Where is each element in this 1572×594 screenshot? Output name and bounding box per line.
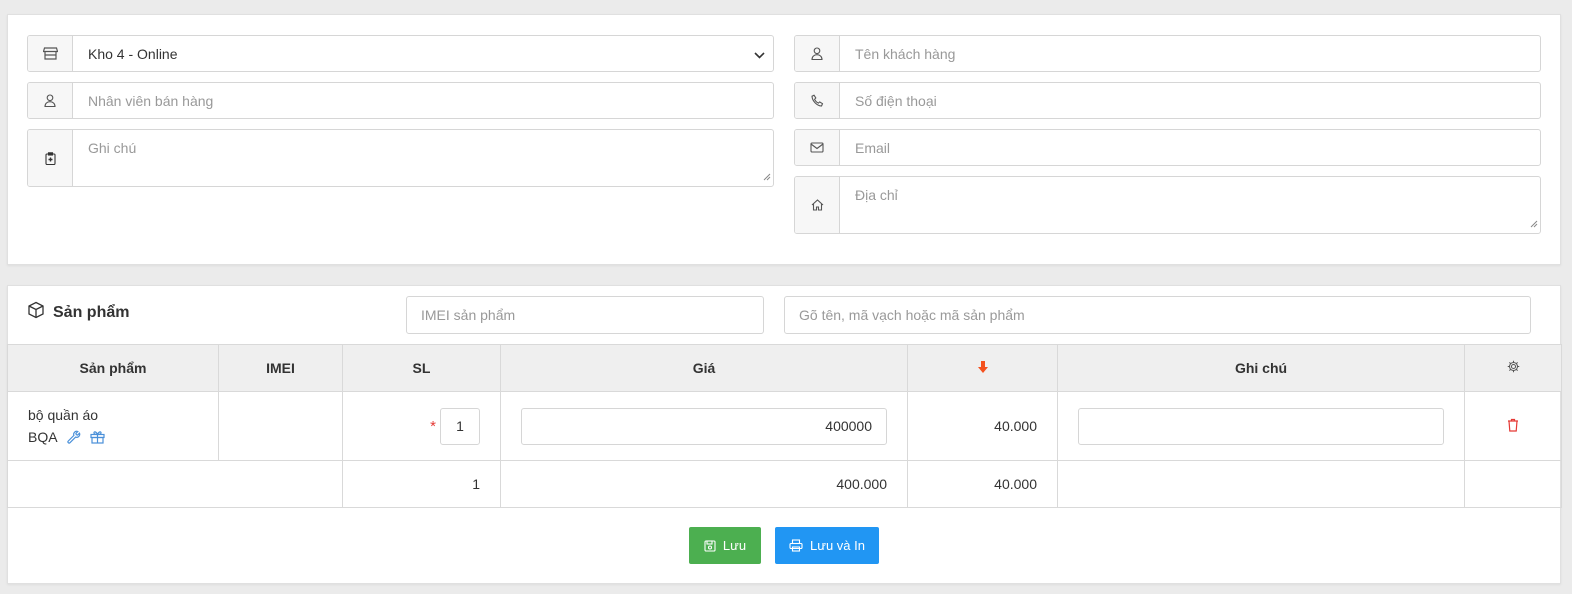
products-title: Sản phẩm [53, 303, 130, 321]
note-field[interactable]: Ghi chú [27, 129, 774, 187]
table-row: bộ quần áo BQA * 1 400000 40.000 [7, 391, 1562, 461]
required-mark: * [430, 417, 436, 435]
phone-icon [795, 83, 840, 118]
product-name: bộ quần áo [28, 407, 99, 423]
product-cell: bộ quần áo BQA [7, 391, 219, 461]
customer-name-field[interactable]: Tên khách hàng [794, 35, 1541, 72]
products-table: Sản phẩm IMEI SL Giá Ghi chú bộ quần áo … [7, 344, 1562, 508]
trash-icon[interactable] [1507, 418, 1519, 432]
totals-empty-cell [1464, 460, 1562, 508]
gift-icon[interactable] [89, 430, 105, 444]
address-placeholder: Địa chỉ [855, 187, 898, 203]
price-cell: 400000 [500, 391, 908, 461]
box-icon [27, 301, 45, 324]
column-header-price: Giá [500, 344, 908, 392]
arrow-down-icon [977, 360, 988, 376]
column-header-product: Sản phẩm [7, 344, 219, 392]
totals-row: 1 400.000 40.000 [7, 460, 1562, 508]
imei-cell [218, 391, 343, 461]
discount-cell: 40.000 [907, 391, 1058, 461]
quantity-cell: * 1 [342, 391, 501, 461]
resize-handle-icon[interactable] [1530, 215, 1538, 231]
chevron-down-icon [754, 46, 765, 62]
total-price: 400.000 [500, 460, 908, 508]
actions-cell [1464, 391, 1562, 461]
save-and-print-button[interactable]: Lưu và In [775, 527, 879, 564]
product-search-input[interactable]: Gõ tên, mã vạch hoặc mã sản phẩm [784, 296, 1531, 334]
imei-search-input[interactable]: IMEI sản phẩm [406, 296, 764, 334]
warehouse-select-value: Kho 4 - Online [88, 45, 178, 62]
quantity-input[interactable]: 1 [440, 407, 480, 445]
floppy-disk-icon [704, 539, 716, 552]
customer-name-placeholder: Tên khách hàng [855, 45, 956, 62]
salesperson-placeholder: Nhân viên bán hàng [88, 92, 214, 109]
price-input[interactable]: 400000 [521, 407, 887, 445]
user-icon [28, 83, 73, 118]
phone-field[interactable]: Số điện thoại [794, 82, 1541, 119]
products-section-title: Sản phẩm [27, 301, 129, 324]
column-header-note: Ghi chú [1057, 344, 1465, 392]
note-placeholder: Ghi chú [88, 140, 137, 156]
row-note-input[interactable] [1078, 407, 1444, 445]
address-field[interactable]: Địa chỉ [794, 176, 1541, 234]
total-discount: 40.000 [907, 460, 1058, 508]
order-info-card: Kho 4 - Online Nhân viên bán hàng Ghi ch… [7, 14, 1561, 265]
user-icon [795, 36, 840, 71]
column-settings[interactable] [1464, 344, 1562, 392]
product-code: BQA [28, 429, 58, 445]
phone-placeholder: Số điện thoại [855, 92, 937, 109]
wrench-icon[interactable] [66, 430, 81, 444]
store-icon [28, 36, 73, 71]
save-button-label: Lưu [722, 538, 747, 553]
total-quantity: 1 [342, 460, 501, 508]
home-icon [795, 177, 840, 233]
save-and-print-button-label: Lưu và In [810, 538, 865, 553]
clipboard-icon [28, 130, 73, 186]
table-header-row: Sản phẩm IMEI SL Giá Ghi chú [7, 344, 1562, 392]
resize-handle-icon[interactable] [763, 168, 771, 184]
save-button[interactable]: Lưu [689, 527, 761, 564]
column-header-imei: IMEI [218, 344, 343, 392]
column-header-discount[interactable] [907, 344, 1058, 392]
gear-icon[interactable] [1507, 360, 1520, 376]
printer-icon [789, 539, 803, 552]
email-placeholder: Email [855, 139, 891, 156]
salesperson-field[interactable]: Nhân viên bán hàng [27, 82, 774, 119]
warehouse-select[interactable]: Kho 4 - Online [27, 35, 774, 72]
email-field[interactable]: Email [794, 129, 1541, 166]
column-header-quantity: SL [342, 344, 501, 392]
envelope-icon [795, 130, 840, 165]
totals-empty-cell [1057, 460, 1465, 508]
note-cell [1057, 391, 1465, 461]
products-card: Sản phẩm IMEI sản phẩm Gõ tên, mã vạch h… [7, 285, 1562, 584]
totals-label-cell [7, 460, 343, 508]
